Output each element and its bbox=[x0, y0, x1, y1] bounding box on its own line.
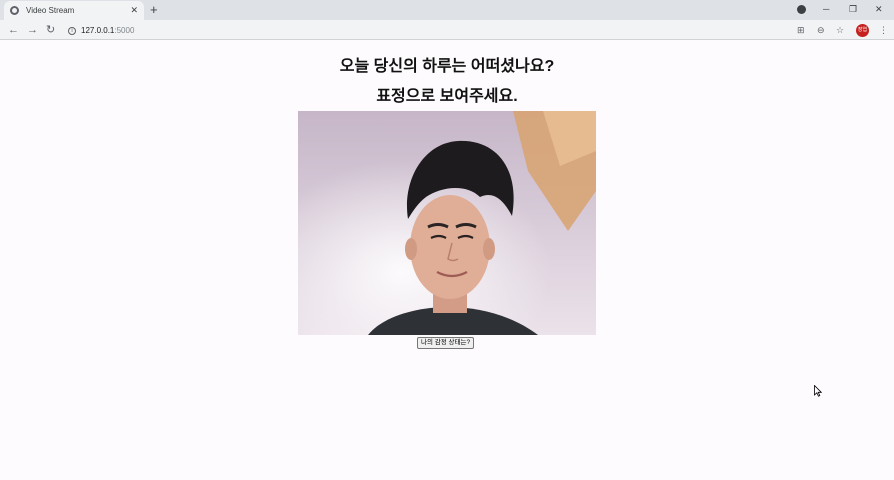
tab-close-button[interactable]: ✕ bbox=[130, 5, 138, 16]
address-bar[interactable]: i 127.0.0.1:5000 bbox=[62, 23, 787, 38]
tab-strip: Video Stream ✕ + ─ ❐ ✕ bbox=[0, 0, 894, 20]
browser-tab[interactable]: Video Stream ✕ bbox=[4, 1, 144, 20]
mouse-cursor-icon bbox=[814, 385, 822, 397]
profile-avatar[interactable]: 장엽 bbox=[856, 24, 869, 37]
restore-button[interactable]: ❐ bbox=[849, 3, 857, 15]
bookmark-star-icon[interactable]: ☆ bbox=[836, 24, 844, 36]
page-heading-instruction: 표정으로 보여주세요. bbox=[376, 88, 518, 105]
webcam-frame-illustration bbox=[298, 111, 596, 335]
browser-toolbar: ← → ↻ i 127.0.0.1:5000 ⊞ ⊖ ☆ ⋮ bbox=[0, 20, 894, 40]
info-icon[interactable]: i bbox=[68, 26, 76, 35]
page-heading-question: 오늘 당신의 하루는 어떠셨나요? bbox=[339, 58, 555, 75]
translate-icon[interactable]: ⊞ bbox=[797, 24, 805, 36]
tab-title: Video Stream bbox=[26, 6, 75, 15]
menu-kebab-icon[interactable]: ⋮ bbox=[879, 24, 888, 36]
new-tab-button[interactable]: + bbox=[150, 2, 158, 17]
url-host: 127.0.0.1 bbox=[81, 26, 115, 35]
webcam-video-stream bbox=[298, 111, 596, 335]
minimize-button[interactable]: ─ bbox=[823, 3, 829, 15]
url-port: :5000 bbox=[114, 26, 135, 35]
back-arrow-icon[interactable]: ← bbox=[8, 23, 19, 37]
globe-icon bbox=[10, 6, 19, 15]
forward-arrow-icon[interactable]: → bbox=[27, 23, 38, 37]
reload-icon[interactable]: ↻ bbox=[46, 23, 55, 37]
emotion-check-button[interactable]: 나의 감정 상태는? bbox=[417, 337, 475, 349]
zoom-icon[interactable]: ⊖ bbox=[817, 24, 825, 36]
window-close-button[interactable]: ✕ bbox=[875, 3, 883, 15]
extension-icon[interactable] bbox=[797, 5, 806, 14]
